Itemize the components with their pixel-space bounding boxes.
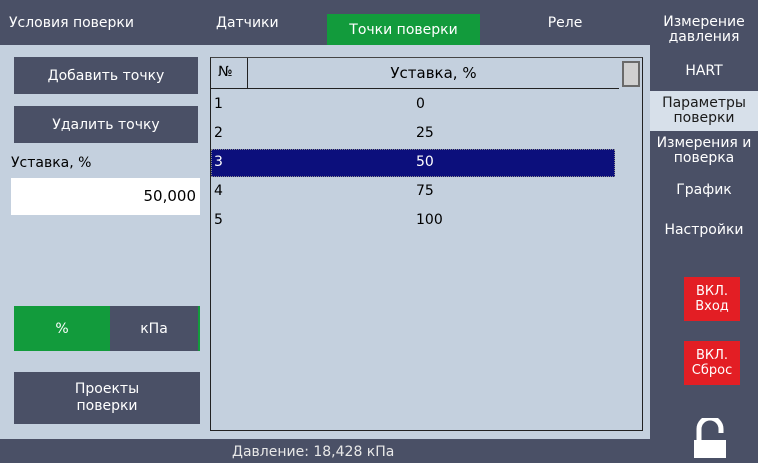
tab-label: Реле [547, 14, 583, 31]
tab-relay[interactable]: Реле [490, 0, 640, 45]
row-value: 0 [416, 96, 425, 112]
projects-label-line1: Проекты [74, 381, 140, 397]
tab-label: Условия поверки [9, 14, 134, 31]
menu-label-line2: поверки [673, 110, 735, 126]
setpoint-input[interactable]: 50,000 [11, 178, 200, 215]
calibration-projects-button[interactable]: Проекты поверки [14, 372, 200, 424]
delete-point-button[interactable]: Удалить точку [14, 106, 198, 143]
menu-hart[interactable]: HART [650, 55, 758, 87]
menu-label-line1: Параметры [662, 95, 746, 111]
menu-label-line2: давления [668, 29, 740, 45]
menu-label: График [676, 181, 732, 198]
input-label-line2: Вход [695, 299, 729, 314]
input-on-button[interactable]: ВКЛ. Вход [684, 277, 740, 321]
lock-icon[interactable] [693, 415, 727, 458]
row-num: 2 [214, 125, 223, 141]
unit-percent-label: % [55, 320, 69, 337]
input-label-line1: ВКЛ. [695, 284, 729, 299]
menu-label-line1: Измерения и [656, 135, 752, 151]
menu-settings[interactable]: Настройки [650, 212, 758, 248]
menu-measurements-calibration[interactable]: Измерения и поверка [650, 133, 758, 169]
tab-calibration-conditions[interactable]: Условия поверки [0, 0, 176, 45]
unit-percent-button[interactable]: % [14, 306, 110, 351]
unit-kpa-label: кПа [140, 320, 168, 337]
row-value: 25 [416, 125, 434, 141]
row-num: 5 [214, 212, 223, 228]
add-point-label: Добавить точку [47, 67, 165, 84]
delete-point-label: Удалить точку [52, 116, 160, 133]
menu-calibration-parameters[interactable]: Параметры поверки [650, 91, 758, 131]
setpoint-label: Уставка, % [11, 155, 92, 171]
menu-label-line1: Измерение [663, 14, 745, 30]
row-value: 50 [416, 154, 434, 170]
tab-label: Точки поверки [349, 21, 458, 38]
column-header-num[interactable]: № [211, 58, 248, 89]
table-row[interactable]: 4 75 [211, 178, 615, 206]
scrollbar-thumb[interactable] [622, 61, 640, 87]
toggle-edge [198, 306, 200, 351]
projects-label-line2: поверки [76, 398, 138, 414]
unit-kpa-button[interactable]: кПа [110, 306, 198, 351]
menu-label-line2: поверка [673, 150, 735, 166]
unit-toggle: % кПа [14, 306, 200, 351]
column-header-setpoint[interactable]: Уставка, % [248, 58, 619, 89]
menu-graph[interactable]: График [650, 172, 758, 208]
reset-label-line2: Сброс [691, 363, 733, 378]
menu-pressure-measurement[interactable]: Измерение давления [650, 10, 758, 50]
row-value: 75 [416, 183, 434, 199]
table-row-selected[interactable]: 3 50 [211, 149, 615, 177]
row-value: 100 [416, 212, 443, 228]
menu-label: HART [685, 62, 723, 79]
table-row[interactable]: 10 [211, 91, 615, 119]
table-row[interactable]: 5 100 [211, 207, 615, 235]
reset-label-line1: ВКЛ. [695, 348, 729, 363]
add-point-button[interactable]: Добавить точку [14, 57, 198, 94]
tab-sensors[interactable]: Датчики [204, 0, 314, 45]
row-num: 3 [214, 154, 223, 170]
tab-calibration-points[interactable]: Точки поверки [327, 14, 480, 45]
tab-label: Датчики [216, 14, 279, 31]
pressure-readout: Давление: 18,428 кПа [232, 444, 395, 460]
points-table: № Уставка, % 10 2 25 3 50 4 75 5 100 [210, 57, 643, 431]
status-bar: Давление: 18,428 кПа [0, 441, 650, 463]
row-num: 4 [214, 183, 223, 199]
menu-label: Настройки [664, 221, 744, 238]
row-num: 1 [214, 96, 223, 112]
table-row[interactable]: 2 25 [211, 120, 615, 148]
reset-on-button[interactable]: ВКЛ. Сброс [684, 341, 740, 385]
table-header: № Уставка, % [211, 58, 642, 89]
